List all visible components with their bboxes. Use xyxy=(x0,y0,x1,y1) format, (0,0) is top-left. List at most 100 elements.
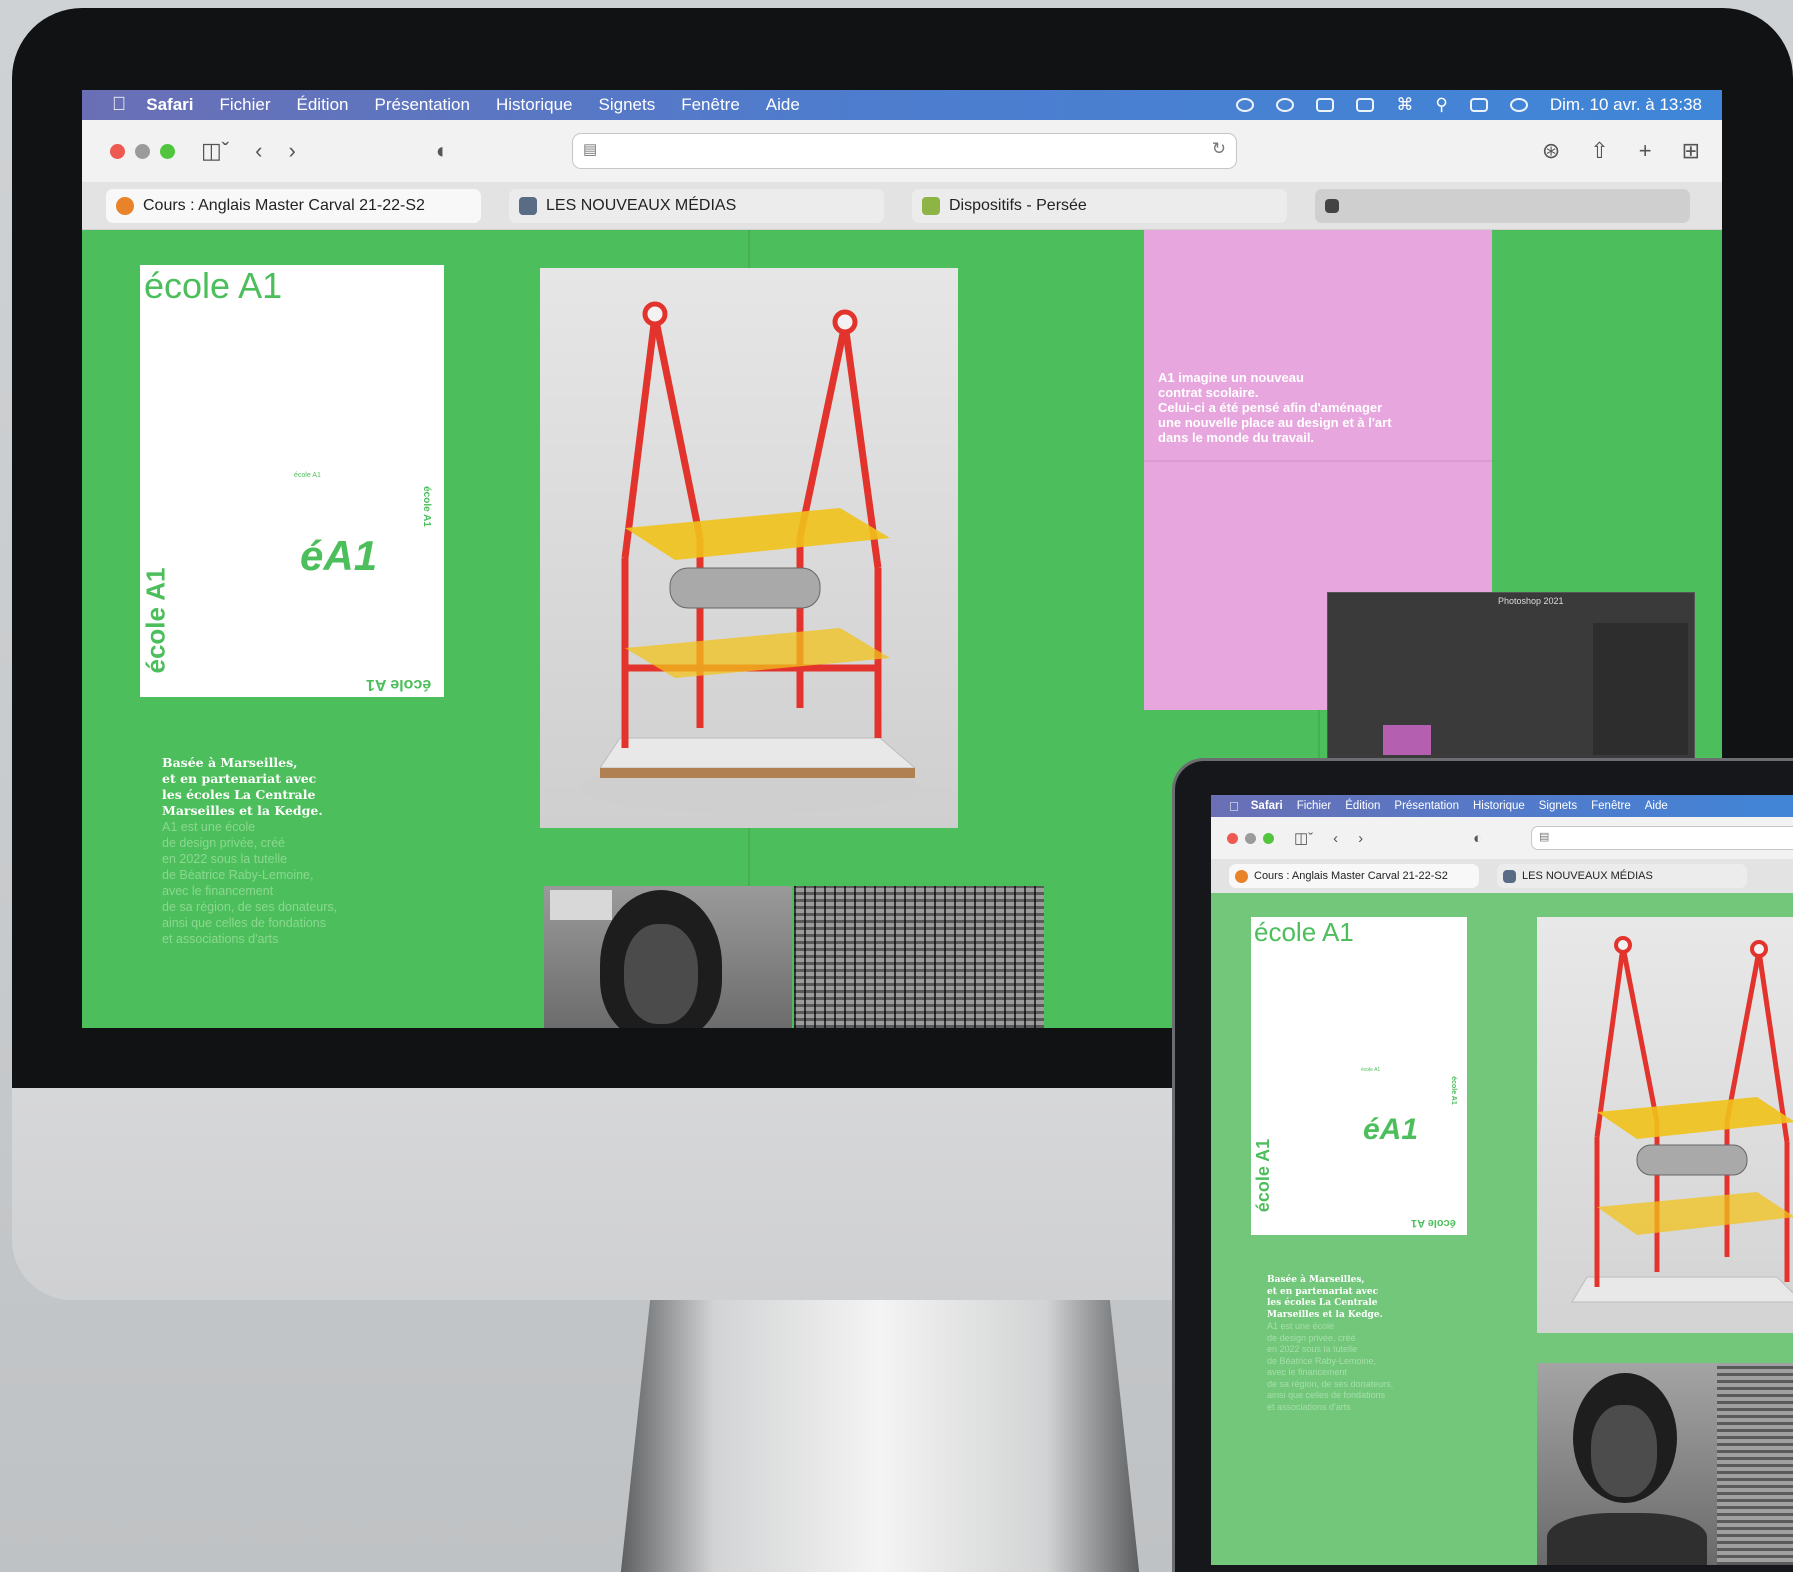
poster-logo: éA1 xyxy=(1363,1113,1419,1146)
forward-icon[interactable]: › xyxy=(1358,830,1363,847)
menu-edition[interactable]: Édition xyxy=(1345,800,1380,812)
sidebar-icon[interactable]: ◫ˇ xyxy=(1294,829,1313,847)
address-bar[interactable]: ▤ ↻ xyxy=(572,133,1237,169)
play-icon[interactable] xyxy=(1276,98,1295,112)
laptop-toolbar: ◫ˇ ‹ › ◐ ▤ xyxy=(1211,817,1793,859)
pink-line: Celui-ci a été pensé afin d'aménager xyxy=(1158,400,1383,415)
forward-icon[interactable]: › xyxy=(288,138,295,164)
sculpture-illustration xyxy=(1571,936,1793,1303)
close-tab-icon[interactable] xyxy=(1325,198,1339,213)
zoom-button[interactable] xyxy=(160,143,175,159)
tab-overview-icon[interactable]: ⊞ xyxy=(1682,138,1700,164)
tab-blank[interactable] xyxy=(1315,188,1690,223)
menu-signets[interactable]: Signets xyxy=(599,95,656,115)
menu-fenetre[interactable]: Fenêtre xyxy=(1591,800,1631,812)
search-icon[interactable]: ⚲ xyxy=(1435,95,1447,115)
window-controls xyxy=(1227,832,1274,844)
menu-aide[interactable]: Aide xyxy=(1645,800,1668,812)
pink-line: une nouvelle place au design et à l'art xyxy=(1158,415,1392,430)
persee-favicon-icon xyxy=(922,196,940,215)
wifi-icon[interactable]: ⌘ xyxy=(1396,95,1413,115)
poster-title: école A1 xyxy=(144,265,283,306)
new-tab-icon[interactable]: + xyxy=(1639,138,1652,164)
reader-icon[interactable]: ▤ xyxy=(1539,830,1549,843)
menu-signets[interactable]: Signets xyxy=(1539,800,1577,812)
poster-ecole-a1: école A1 école A1 éA1 école A1 école A1 … xyxy=(140,265,444,697)
close-button[interactable] xyxy=(110,143,125,159)
apple-icon[interactable]:  xyxy=(112,94,126,116)
desc-line: Marseilles et la Kedge. xyxy=(162,803,323,818)
sidebar-icon[interactable]: ◫ˇ xyxy=(201,138,229,164)
download-icon[interactable]: ⊛ xyxy=(1542,138,1560,164)
desc-line: Basée à Marseilles, xyxy=(1267,1275,1365,1285)
portrait-photo xyxy=(544,886,792,1028)
shield-icon[interactable]: ◐ xyxy=(1473,830,1482,847)
safari-toolbar: ◫ˇ ‹ › ◐ ▤ ↻ ⊛ ⇧ + ⊞ xyxy=(82,120,1722,182)
poster-ecole-a1: école A1 école A1 éA1 école A1 école A1 … xyxy=(1251,917,1467,1235)
poster-vertical-left: école A1 xyxy=(1253,1138,1274,1213)
control-center-icon[interactable] xyxy=(1469,98,1488,112)
back-icon[interactable]: ‹ xyxy=(1333,830,1338,847)
poster-small-text: école A1 xyxy=(294,472,321,479)
menu-fichier[interactable]: Fichier xyxy=(1297,800,1332,812)
sculpture-photo xyxy=(540,268,958,828)
menu-presentation[interactable]: Présentation xyxy=(375,95,470,115)
tab-nouveaux-medias[interactable]: LES NOUVEAUX MÉDIAS xyxy=(509,188,884,223)
menu-presentation[interactable]: Présentation xyxy=(1394,800,1459,812)
menu-fichier[interactable]: Fichier xyxy=(220,95,271,115)
reader-icon[interactable]: ▤ xyxy=(583,140,597,158)
desc-line: Basée à Marseilles, xyxy=(162,755,298,770)
desc-line: et associations d'arts xyxy=(162,932,279,946)
apple-icon[interactable]:  xyxy=(1229,799,1239,814)
poster-title: école A1 xyxy=(1254,917,1354,947)
tab-nouveaux-medias[interactable]: LES NOUVEAUX MÉDIAS xyxy=(1497,864,1747,888)
pink-line: A1 imagine un nouveau xyxy=(1158,370,1304,385)
poster-flipped-text: école A1 xyxy=(1411,1217,1456,1229)
menu-edition[interactable]: Édition xyxy=(297,95,349,115)
portrait-hoodie xyxy=(1547,1513,1707,1565)
menu-app-name[interactable]: Safari xyxy=(146,95,193,115)
close-button[interactable] xyxy=(1227,832,1238,844)
photoshop-window: Photoshop 2021 xyxy=(1327,592,1695,762)
battery-icon[interactable] xyxy=(1356,98,1375,112)
shield-icon[interactable]: ◐ xyxy=(436,138,449,164)
fold-line xyxy=(1144,460,1492,462)
laptop-webpage-content: école A1 école A1 éA1 école A1 école A1 … xyxy=(1211,893,1793,1565)
menu-aide[interactable]: Aide xyxy=(766,95,800,115)
menu-historique[interactable]: Historique xyxy=(1473,800,1525,812)
minimize-button[interactable] xyxy=(135,143,150,159)
menu-fenetre[interactable]: Fenêtre xyxy=(681,95,740,115)
portrait-photo xyxy=(1537,1363,1717,1565)
share-icon[interactable]: ⇧ xyxy=(1590,138,1608,164)
desc-line: de Béatrice Raby-Lemoine, xyxy=(162,868,314,882)
school-description: Basée à Marseilles, et en partenariat av… xyxy=(162,755,422,947)
minimize-button[interactable] xyxy=(1245,832,1256,844)
poster-vertical-left: école A1 xyxy=(140,567,171,674)
pink-poster-text: A1 imagine un nouveau contrat scolaire. … xyxy=(1158,370,1478,445)
desc-line: en 2022 sous la tutelle xyxy=(162,852,288,866)
address-bar[interactable]: ▤ xyxy=(1531,826,1793,850)
status-area: ⌘ ⚲ Dim. 10 avr. à 13:38 xyxy=(1236,95,1722,115)
reload-icon[interactable]: ↻ xyxy=(1212,139,1226,159)
photoshop-thumbnail xyxy=(1383,725,1431,755)
desc-line: en 2022 sous la tutelle xyxy=(1267,1344,1358,1354)
desc-line: de sa région, de ses donateurs, xyxy=(162,900,338,914)
display-icon[interactable] xyxy=(1316,98,1335,112)
tab-persee[interactable]: Dispositifs - Persée xyxy=(912,188,1287,223)
window-controls xyxy=(110,143,175,159)
desc-line: avec le financement xyxy=(162,884,274,898)
laptop-screen:  Safari Fichier Édition Présentation Hi… xyxy=(1211,795,1793,1565)
siri-icon[interactable] xyxy=(1509,98,1528,112)
menu-clock[interactable]: Dim. 10 avr. à 13:38 xyxy=(1550,95,1702,115)
back-icon[interactable]: ‹ xyxy=(255,138,262,164)
desc-line: A1 est une école xyxy=(162,820,256,834)
tab-cours[interactable]: Cours : Anglais Master Carval 21-22-S2 xyxy=(1229,864,1479,888)
status-icon[interactable] xyxy=(1236,98,1255,112)
tab-cours[interactable]: Cours : Anglais Master Carval 21-22-S2 xyxy=(106,188,481,223)
menu-bar:  Safari Fichier Édition Présentation Hi… xyxy=(82,90,1722,120)
imac-stand xyxy=(620,1290,1140,1572)
menu-historique[interactable]: Historique xyxy=(496,95,573,115)
tab-bar: Cours : Anglais Master Carval 21-22-S2 L… xyxy=(82,182,1722,230)
menu-app-name[interactable]: Safari xyxy=(1251,800,1283,812)
zoom-button[interactable] xyxy=(1263,832,1274,844)
